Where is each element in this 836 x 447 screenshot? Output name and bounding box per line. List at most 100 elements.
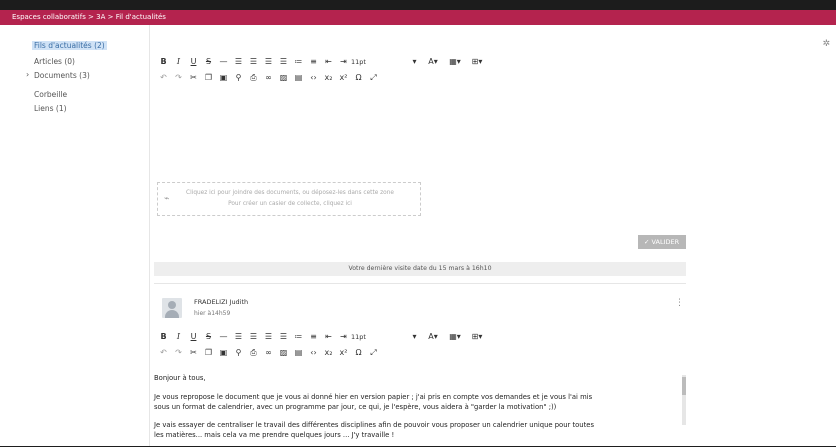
scrollbar-thumb[interactable]	[682, 377, 686, 395]
align-left-icon[interactable]: ☰	[231, 55, 246, 69]
sidebar-item-documents[interactable]: Documents (3)	[34, 71, 90, 80]
gear-icon[interactable]: ✲	[822, 39, 830, 49]
strikethrough-button[interactable]: S	[201, 330, 216, 344]
italic-button[interactable]: I	[171, 55, 186, 69]
breadcrumb[interactable]: Espaces collaboratifs > 3A > Fil d'actua…	[0, 10, 836, 25]
post-text-line: les matières... mais cela va me prendre …	[154, 431, 395, 439]
paste-icon[interactable]: ▣	[216, 71, 231, 85]
copy-icon[interactable]: ❐	[201, 71, 216, 85]
validate-button[interactable]: ✓ VALIDER	[638, 235, 686, 249]
validate-label: VALIDER	[651, 238, 680, 246]
align-center-icon[interactable]: ☰	[246, 330, 261, 344]
code-icon[interactable]: ‹›	[306, 346, 321, 360]
sidebar: Fils d'actualités (2) Articles (0) › Doc…	[0, 25, 150, 446]
horizontal-rule-button[interactable]: —	[216, 55, 231, 69]
media-icon[interactable]: ▤	[291, 346, 306, 360]
sidebar-item-links[interactable]: Liens (1)	[34, 104, 67, 113]
indent-icon[interactable]: ⇥	[336, 55, 351, 69]
dropdown-arrow-icon[interactable]: ▾	[407, 55, 422, 69]
align-right-icon[interactable]: ☰	[261, 55, 276, 69]
bullet-list-icon[interactable]: ≔	[291, 55, 306, 69]
subscript-icon[interactable]: x₂	[321, 71, 336, 85]
more-options-icon[interactable]: ⋮	[675, 298, 684, 308]
text-color-icon[interactable]: A▾	[422, 55, 444, 69]
special-char-button[interactable]: Ω	[351, 346, 366, 360]
editor-toolbar-row-2: ↶ ↷ ✂ ❐ ▣ ⚲ ⎙ ∞ ▨ ▤ ‹› x₂ x² Ω ⤢	[156, 71, 381, 85]
align-right-icon[interactable]: ☰	[261, 330, 276, 344]
underline-button[interactable]: U	[186, 330, 201, 344]
main-area: Fils d'actualités (2) Articles (0) › Doc…	[0, 25, 836, 446]
special-char-button[interactable]: Ω	[351, 71, 366, 85]
chevron-right-icon[interactable]: ›	[26, 70, 29, 79]
image-icon[interactable]: ▨	[276, 71, 291, 85]
undo-icon[interactable]: ↶	[156, 71, 171, 85]
underline-button[interactable]: U	[186, 55, 201, 69]
check-icon: ✓	[644, 238, 650, 246]
cut-icon[interactable]: ✂	[186, 71, 201, 85]
font-size-select[interactable]: 11pt	[351, 330, 407, 344]
superscript-icon[interactable]: x²	[336, 346, 351, 360]
link-icon[interactable]: ∞	[261, 346, 276, 360]
align-justify-icon[interactable]: ☰	[276, 330, 291, 344]
undo-icon[interactable]: ↶	[156, 346, 171, 360]
post-author[interactable]: FRADELIZI Judith	[194, 298, 248, 306]
post-toolbar-row-1: B I U S — ☰ ☰ ☰ ☰ ≔ ≡ ⇤ ⇥ 11pt ▾ A▾ ▦▾ ⊞…	[156, 330, 488, 344]
post-text-line: Je vais essayer de centraliser le travai…	[154, 421, 595, 429]
redo-icon[interactable]: ↷	[171, 71, 186, 85]
italic-button[interactable]: I	[171, 330, 186, 344]
text-color-icon[interactable]: A▾	[422, 330, 444, 344]
post-text-line: Je vous repropose le document que je vou…	[154, 393, 593, 401]
align-left-icon[interactable]: ☰	[231, 330, 246, 344]
bullet-list-icon[interactable]: ≔	[291, 330, 306, 344]
sidebar-item-trash[interactable]: Corbeille	[34, 90, 67, 99]
last-visit-bar: Votre dernière visite date du 15 mars à …	[154, 262, 686, 276]
post-editor-scrollbar[interactable]	[682, 375, 686, 425]
copy-icon[interactable]: ❐	[201, 346, 216, 360]
new-post-editor[interactable]	[155, 93, 686, 181]
media-icon[interactable]: ▤	[291, 71, 306, 85]
dropzone-line-1: Cliquez ici pour joindre des documents, …	[186, 190, 394, 196]
subscript-icon[interactable]: x₂	[321, 346, 336, 360]
image-icon[interactable]: ▨	[276, 346, 291, 360]
top-dark-strip	[0, 0, 836, 10]
post-toolbar-row-2: ↶ ↷ ✂ ❐ ▣ ⚲ ⎙ ∞ ▨ ▤ ‹› x₂ x² Ω ⤢	[156, 346, 381, 360]
highlight-color-icon[interactable]: ▦▾	[444, 55, 466, 69]
indent-icon[interactable]: ⇥	[336, 330, 351, 344]
cut-icon[interactable]: ✂	[186, 346, 201, 360]
find-icon[interactable]: ⚲	[231, 346, 246, 360]
sidebar-item-news[interactable]: Fils d'actualités (2)	[32, 41, 107, 50]
align-center-icon[interactable]: ☰	[246, 55, 261, 69]
bold-button[interactable]: B	[156, 55, 171, 69]
redo-icon[interactable]: ↷	[171, 346, 186, 360]
fullscreen-icon[interactable]: ⤢	[366, 71, 381, 85]
post-card: FRADELIZI Judith hier à14h59 ⋮ B I U S —…	[154, 283, 686, 447]
print-icon[interactable]: ⎙	[246, 71, 261, 85]
print-icon[interactable]: ⎙	[246, 346, 261, 360]
superscript-icon[interactable]: x²	[336, 71, 351, 85]
fullscreen-icon[interactable]: ⤢	[366, 346, 381, 360]
outdent-icon[interactable]: ⇤	[321, 330, 336, 344]
align-justify-icon[interactable]: ☰	[276, 55, 291, 69]
dropdown-arrow-icon[interactable]: ▾	[407, 330, 422, 344]
highlight-color-icon[interactable]: ▦▾	[444, 330, 466, 344]
attachment-dropzone[interactable]: ⌁ Cliquez ici pour joindre des documents…	[157, 182, 421, 216]
code-icon[interactable]: ‹›	[306, 71, 321, 85]
numbered-list-icon[interactable]: ≡	[306, 330, 321, 344]
find-icon[interactable]: ⚲	[231, 71, 246, 85]
avatar-head-shape	[168, 301, 176, 309]
bold-button[interactable]: B	[156, 330, 171, 344]
strikethrough-button[interactable]: S	[201, 55, 216, 69]
dropzone-line-2[interactable]: Pour créer un casier de collecte, clique…	[158, 201, 422, 207]
link-icon[interactable]: ∞	[261, 71, 276, 85]
sidebar-item-articles[interactable]: Articles (0)	[34, 57, 75, 66]
post-text-line: Bonjour à tous,	[154, 374, 206, 382]
horizontal-rule-button[interactable]: —	[216, 330, 231, 344]
post-date: hier à14h59	[194, 310, 231, 317]
table-icon[interactable]: ⊞▾	[466, 55, 488, 69]
numbered-list-icon[interactable]: ≡	[306, 55, 321, 69]
editor-toolbar-row-1: B I U S — ☰ ☰ ☰ ☰ ≔ ≡ ⇤ ⇥ 11pt ▾ A▾ ▦▾ ⊞…	[156, 55, 488, 69]
font-size-select[interactable]: 11pt	[351, 55, 407, 69]
outdent-icon[interactable]: ⇤	[321, 55, 336, 69]
table-icon[interactable]: ⊞▾	[466, 330, 488, 344]
paste-icon[interactable]: ▣	[216, 346, 231, 360]
